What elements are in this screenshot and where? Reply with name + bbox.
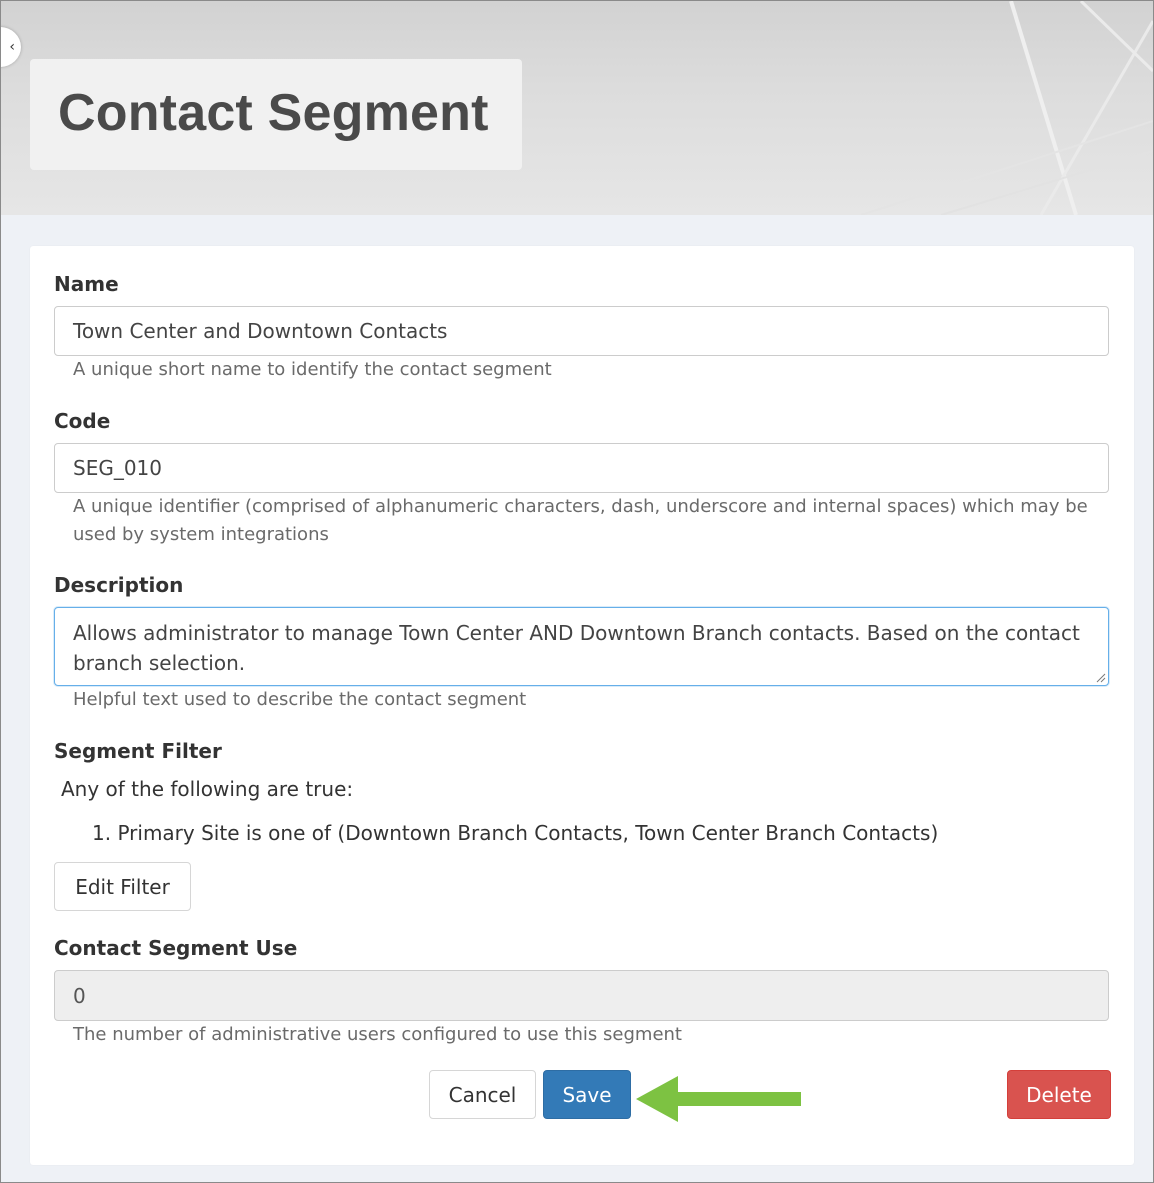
page-title-card: Contact Segment [30,59,522,170]
contact-segment-use-value: 0 [73,983,86,1008]
contact-segment-use-field: 0 [54,970,1109,1021]
contact-segment-form: Name Town Center and Downtown Contacts A… [30,246,1134,1165]
page-title: Contact Segment [58,84,489,142]
segment-filter-label: Segment Filter [54,739,222,763]
edit-filter-button[interactable]: Edit Filter [54,862,191,911]
code-label: Code [54,409,111,433]
code-field[interactable]: SEG_010 [54,443,1109,493]
description-help-text: Helpful text used to describe the contac… [73,689,527,710]
code-help-text: A unique identifier (comprised of alphan… [73,496,1088,545]
name-help-text: A unique short name to identify the cont… [73,359,552,380]
code-field-value: SEG_010 [73,456,163,480]
segment-filter-intro: Any of the following are true: [61,777,354,801]
description-textarea[interactable]: Allows administrator to manage Town Cent… [54,607,1109,686]
condition-number: 1. [92,821,118,845]
chevron-left-icon: ‹ [9,39,15,55]
resize-grip-icon[interactable] [1096,673,1106,683]
contact-segment-use-label: Contact Segment Use [54,936,298,960]
delete-button[interactable]: Delete [1007,1070,1111,1119]
contact-segment-use-help-text: The number of administrative users confi… [73,1024,682,1045]
annotation-arrow-icon [636,1076,801,1122]
cancel-button[interactable]: Cancel [429,1070,536,1119]
description-textarea-value: Allows administrator to manage Town Cent… [73,621,1080,675]
segment-filter-condition: 1. Primary Site is one of (Downtown Bran… [92,820,938,846]
save-button[interactable]: Save [543,1070,631,1119]
name-label: Name [54,272,119,296]
condition-text: Primary Site is one of (Downtown Branch … [117,821,939,845]
description-label: Description [54,573,184,597]
name-field-value: Town Center and Downtown Contacts [73,319,448,343]
name-field[interactable]: Town Center and Downtown Contacts [54,306,1109,356]
page-header-banner: ‹ Contact Segment [1,1,1153,215]
app-window: ‹ Contact Segment Name Town Center and D… [0,0,1154,1183]
